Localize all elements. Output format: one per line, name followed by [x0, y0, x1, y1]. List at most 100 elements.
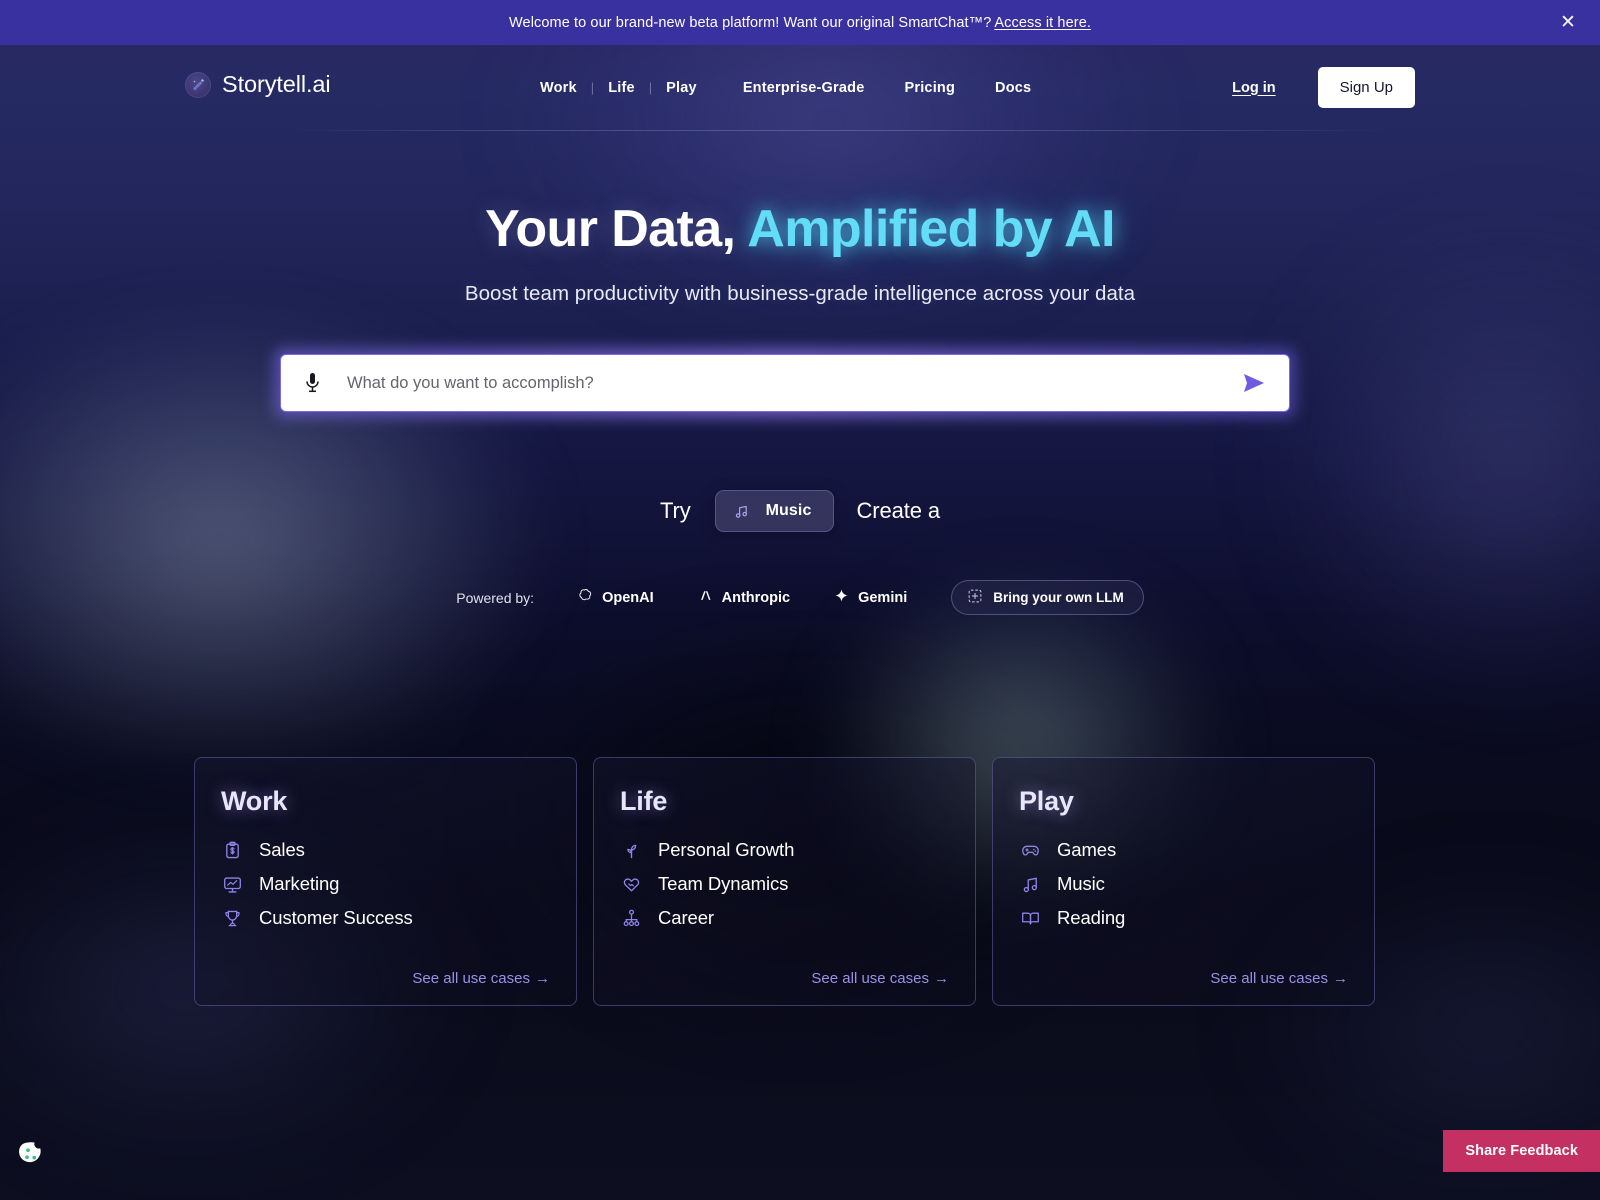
- heart-handshake-icon: [620, 873, 642, 895]
- bring-your-own-llm-label: Bring your own LLM: [993, 590, 1124, 605]
- card-play: Play Games Music Reading See all use cas…: [992, 757, 1375, 1006]
- nav-item-pricing[interactable]: Pricing: [904, 74, 955, 102]
- list-item[interactable]: Music: [1019, 873, 1348, 895]
- powered-by-row: Powered by: OpenAI Anthropic Gemini Brin…: [0, 580, 1600, 615]
- cookie-consent-icon[interactable]: [14, 1136, 48, 1170]
- try-suffix-label: Create a: [856, 498, 941, 523]
- try-suggestion-row: Try Music Create a: [0, 490, 1600, 532]
- nav-separator: |: [590, 80, 595, 95]
- provider-gemini[interactable]: Gemini: [834, 588, 907, 607]
- hero-title-plain: Your Data,: [485, 200, 748, 258]
- bring-your-own-llm-button[interactable]: Bring your own LLM: [951, 580, 1144, 615]
- header-divider: [290, 130, 1390, 131]
- send-icon[interactable]: [1237, 366, 1271, 400]
- provider-anthropic[interactable]: Anthropic: [698, 588, 790, 607]
- card-title: Work: [221, 786, 288, 816]
- dashed-plus-icon: [968, 589, 982, 606]
- list-item-label: Sales: [259, 839, 305, 860]
- list-item-label: Customer Success: [259, 907, 413, 928]
- card-life: Life Personal Growth Team Dynamics Caree…: [593, 757, 976, 1006]
- gamepad-icon: [1019, 839, 1041, 861]
- banner-message: Welcome to our brand-new beta platform! …: [509, 15, 1091, 31]
- hero-title-accent: Amplified by AI: [747, 200, 1115, 258]
- see-all-label: See all use cases: [811, 970, 929, 987]
- site-header: Storytell.ai Work | Life | Play Enterpri…: [0, 45, 1600, 131]
- list-item-label: Games: [1057, 839, 1117, 860]
- login-link[interactable]: Log in: [1232, 80, 1276, 96]
- card-item-list: Games Music Reading: [1019, 839, 1348, 929]
- storytell-logo-icon: [185, 71, 211, 98]
- hero-subtitle: Boost team productivity with business-gr…: [464, 281, 1136, 305]
- card-title: Life: [620, 786, 668, 816]
- page-root: Welcome to our brand-new beta platform! …: [0, 0, 1600, 1200]
- gemini-sparkle-icon: [834, 588, 849, 607]
- nav-item-docs[interactable]: Docs: [995, 74, 1031, 102]
- list-item-label: Reading: [1057, 907, 1126, 928]
- org-chart-icon: [620, 907, 642, 929]
- see-all-label: See all use cases: [1210, 970, 1328, 987]
- list-item[interactable]: Career: [620, 907, 949, 929]
- brand-logo[interactable]: Storytell.ai: [185, 71, 331, 98]
- auth-actions: Log in Sign Up: [1232, 45, 1415, 130]
- sprout-icon: [620, 839, 642, 861]
- provider-openai[interactable]: OpenAI: [578, 588, 654, 607]
- openai-icon: [578, 588, 593, 607]
- try-prefix-label: Try: [659, 498, 691, 523]
- open-book-icon: [1019, 907, 1041, 929]
- see-all-label: See all use cases: [412, 970, 530, 987]
- announcement-banner: Welcome to our brand-new beta platform! …: [0, 0, 1600, 45]
- search-bar: [280, 354, 1290, 412]
- see-all-use-cases-link-play[interactable]: See all use cases →: [1210, 970, 1348, 987]
- list-item[interactable]: Sales: [221, 839, 550, 861]
- list-item[interactable]: Customer Success: [221, 907, 550, 929]
- nav-item-play[interactable]: Play: [666, 74, 697, 102]
- page-title: Your Data, Amplified by AI: [0, 200, 1600, 260]
- arrow-right-icon: →: [934, 970, 949, 987]
- list-item-label: Personal Growth: [658, 839, 795, 860]
- see-all-use-cases-link-life[interactable]: See all use cases →: [811, 970, 949, 987]
- clipboard-dollar-icon: [221, 839, 243, 861]
- card-item-list: Sales Marketing Customer Success: [221, 839, 550, 929]
- provider-label: Anthropic: [721, 589, 791, 606]
- list-item-label: Team Dynamics: [658, 873, 789, 894]
- see-all-use-cases-link-work[interactable]: See all use cases →: [412, 970, 550, 987]
- card-work: Work Sales Marketing Customer Success Se…: [194, 757, 577, 1006]
- banner-access-link[interactable]: Access it here.: [994, 15, 1091, 31]
- anthropic-icon: [698, 588, 713, 607]
- close-icon[interactable]: ✕: [1556, 11, 1580, 35]
- list-item-label: Marketing: [259, 873, 340, 894]
- signup-button[interactable]: Sign Up: [1317, 67, 1415, 108]
- list-item[interactable]: Personal Growth: [620, 839, 949, 861]
- main-nav: Work | Life | Play Enterprise-Grade Pric…: [540, 45, 1031, 130]
- nav-item-enterprise-grade[interactable]: Enterprise-Grade: [743, 74, 865, 102]
- search-input[interactable]: [347, 373, 1237, 393]
- hero-section: Your Data, Amplified by AI Boost team pr…: [0, 200, 1600, 306]
- trophy-icon: [221, 907, 243, 929]
- list-item[interactable]: Reading: [1019, 907, 1348, 929]
- card-item-list: Personal Growth Team Dynamics Career: [620, 839, 949, 929]
- arrow-right-icon: →: [1333, 970, 1348, 987]
- nav-item-life[interactable]: Life: [608, 74, 635, 102]
- music-note-icon: [1019, 873, 1041, 895]
- provider-label: OpenAI: [602, 589, 654, 606]
- nav-item-work[interactable]: Work: [540, 74, 577, 102]
- try-pill-music[interactable]: Music: [714, 490, 835, 532]
- list-item[interactable]: Games: [1019, 839, 1348, 861]
- list-item-label: Career: [658, 907, 714, 928]
- monitor-chart-icon: [221, 873, 243, 895]
- list-item[interactable]: Marketing: [221, 873, 550, 895]
- search-container: [274, 348, 1296, 418]
- arrow-right-icon: →: [535, 970, 550, 987]
- use-case-cards: Work Sales Marketing Customer Success Se…: [194, 757, 1376, 1006]
- list-item-label: Music: [1057, 873, 1105, 894]
- banner-message-text: Welcome to our brand-new beta platform! …: [509, 14, 992, 31]
- try-pill-label: Music: [765, 502, 812, 519]
- music-note-icon: [734, 503, 750, 519]
- provider-label: Gemini: [858, 589, 908, 606]
- list-item[interactable]: Team Dynamics: [620, 873, 949, 895]
- share-feedback-button[interactable]: Share Feedback: [1443, 1130, 1600, 1172]
- microphone-icon[interactable]: [301, 370, 323, 396]
- brand-name: Storytell.ai: [222, 71, 331, 97]
- nav-separator: |: [648, 80, 653, 95]
- powered-by-label: Powered by:: [456, 589, 535, 606]
